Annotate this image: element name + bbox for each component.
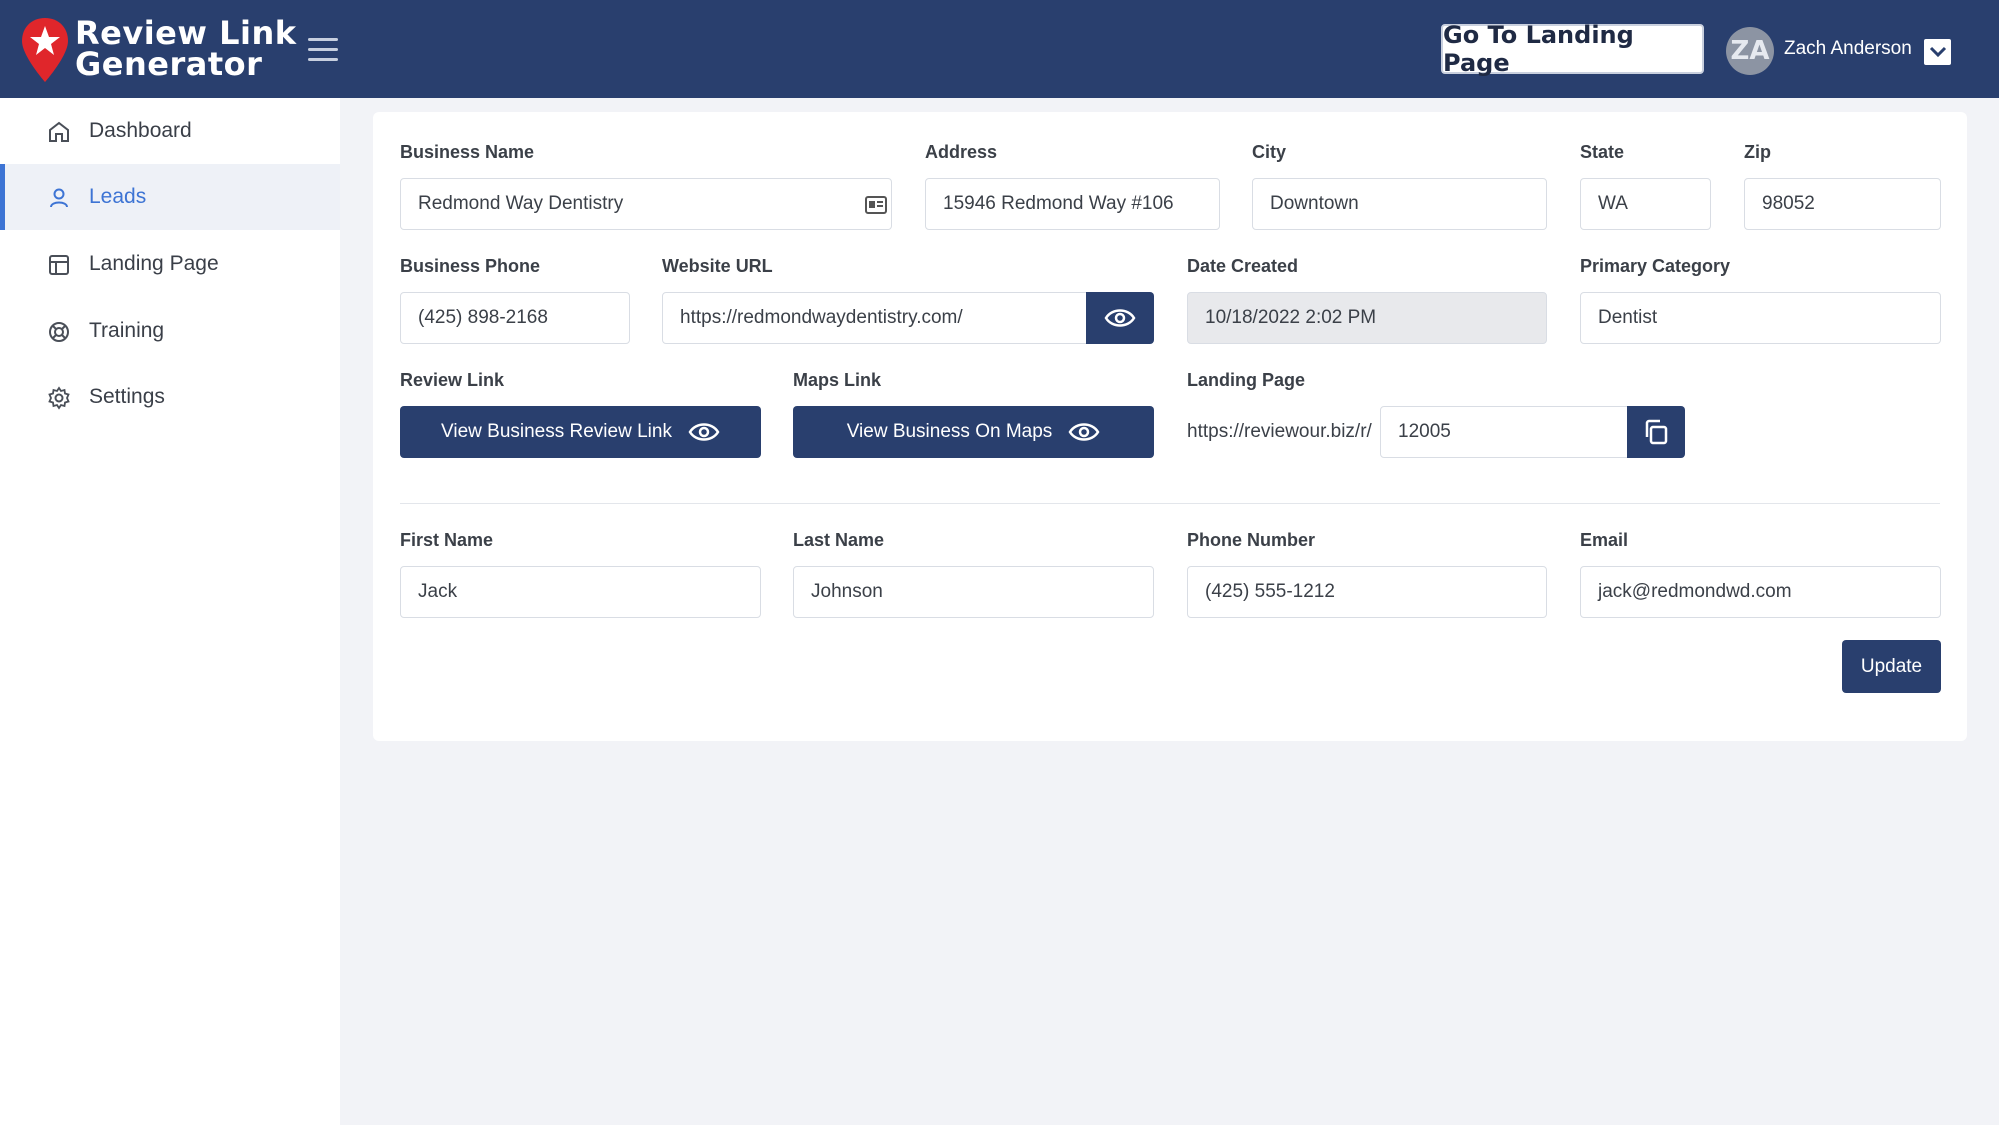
user-name[interactable]: Zach Anderson — [1784, 38, 1912, 60]
city-value: Downtown — [1270, 193, 1359, 214]
copy-landing-page-link-button[interactable] — [1627, 406, 1685, 458]
website-url-input[interactable]: https://redmondwaydentistry.com/ — [662, 292, 1087, 344]
business-phone-input[interactable]: (425) 898-2168 — [400, 292, 630, 344]
first-name-value: Jack — [418, 581, 458, 602]
view-website-button[interactable] — [1086, 292, 1154, 344]
phone-number-input[interactable]: (425) 555-1212 — [1187, 566, 1547, 618]
section-divider — [400, 503, 1940, 504]
landing-page-slug-value: 12005 — [1398, 421, 1451, 442]
email-input[interactable]: jack@redmondwd.com — [1580, 566, 1941, 618]
business-name-input[interactable]: Redmond Way Dentistry — [400, 178, 892, 230]
last-name-input[interactable]: Johnson — [793, 566, 1154, 618]
date-created-value: 10/18/2022 2:02 PM — [1205, 307, 1377, 328]
business-name-value: Redmond Way Dentistry — [418, 193, 624, 214]
eye-icon — [1068, 423, 1100, 441]
sidebar-item-label: Landing Page — [89, 252, 219, 275]
go-to-landing-page-button[interactable]: Go To Landing Page — [1441, 21, 1704, 77]
lifebuoy-icon — [49, 322, 69, 342]
review-link-label: Review Link — [400, 370, 505, 390]
landing-page-slug-input[interactable]: 12005 — [1380, 406, 1628, 458]
last-name-value: Johnson — [811, 581, 883, 602]
date-created-label: Date Created — [1187, 256, 1299, 276]
address-input[interactable]: 15946 Redmond Way #106 — [925, 178, 1220, 230]
state-input[interactable]: WA — [1580, 178, 1711, 230]
address-value: 15946 Redmond Way #106 — [943, 193, 1174, 214]
update-button[interactable]: Update — [1842, 640, 1941, 693]
address-label: Address — [925, 142, 998, 162]
map-pin-star-icon — [22, 18, 68, 82]
contact-card-icon[interactable] — [865, 196, 887, 214]
top-header: Review Link Generator Go To Landing Page… — [0, 0, 1999, 98]
maps-link-label: Maps Link — [793, 370, 882, 390]
city-input[interactable]: Downtown — [1252, 178, 1547, 230]
state-value: WA — [1598, 193, 1628, 214]
sidebar-item-leads[interactable]: Leads — [0, 164, 340, 230]
app-logo[interactable]: Review Link Generator — [20, 16, 320, 86]
zip-input[interactable]: 98052 — [1744, 178, 1941, 230]
view-business-on-maps-label: View Business On Maps — [846, 421, 1053, 442]
sidebar-item-dashboard[interactable]: Dashboard — [0, 98, 340, 164]
phone-number-label: Phone Number — [1187, 530, 1316, 550]
state-label: State — [1580, 142, 1625, 162]
first-name-input[interactable]: Jack — [400, 566, 761, 618]
view-business-review-link-label: View Business Review Link — [441, 421, 672, 442]
sidebar-item-label: Dashboard — [89, 119, 192, 142]
primary-category-value: Dentist — [1598, 307, 1658, 328]
business-phone-label: Business Phone — [400, 256, 541, 276]
eye-icon — [1104, 309, 1136, 327]
layout-icon — [49, 255, 69, 275]
first-name-label: First Name — [400, 530, 494, 550]
user-icon — [50, 188, 68, 208]
copy-icon — [1645, 419, 1668, 445]
gear-icon — [48, 386, 70, 410]
sidebar-item-label: Leads — [89, 185, 147, 208]
avatar[interactable]: ZA — [1726, 27, 1774, 75]
website-url-value: https://redmondwaydentistry.com/ — [680, 307, 963, 328]
user-menu-chevron-down-icon[interactable] — [1924, 39, 1951, 65]
sidebar-item-label: Settings — [89, 385, 165, 408]
primary-category-label: Primary Category — [1580, 256, 1731, 276]
business-phone-value: (425) 898-2168 — [418, 307, 548, 328]
email-value: jack@redmondwd.com — [1598, 581, 1792, 602]
website-url-label: Website URL — [662, 256, 773, 276]
sidebar-item-landing-page[interactable]: Landing Page — [0, 231, 340, 297]
zip-value: 98052 — [1762, 193, 1815, 214]
email-label: Email — [1580, 530, 1629, 550]
last-name-label: Last Name — [793, 530, 885, 550]
primary-category-input[interactable]: Dentist — [1580, 292, 1941, 344]
sidebar: Dashboard Leads Landing Page Training Se… — [0, 98, 340, 1125]
menu-toggle-icon[interactable] — [308, 38, 338, 62]
zip-label: Zip — [1744, 142, 1771, 162]
sidebar-item-settings[interactable]: Settings — [0, 364, 340, 430]
city-label: City — [1252, 142, 1287, 162]
landing-page-label: Landing Page — [1187, 370, 1306, 390]
eye-icon — [688, 423, 720, 441]
landing-page-url-prefix: https://reviewour.biz/r/ — [1187, 421, 1372, 442]
sidebar-item-training[interactable]: Training — [0, 298, 340, 364]
phone-number-value: (425) 555-1212 — [1205, 581, 1335, 602]
logo-text: Review Link Generator — [75, 17, 297, 83]
date-created-input: 10/18/2022 2:02 PM — [1187, 292, 1547, 344]
logo-line-2: Generator — [75, 45, 263, 83]
view-business-review-link-button[interactable]: View Business Review Link — [400, 406, 761, 458]
home-icon — [49, 121, 69, 142]
sidebar-item-label: Training — [89, 319, 165, 342]
business-name-label: Business Name — [400, 142, 535, 162]
view-business-on-maps-button[interactable]: View Business On Maps — [793, 406, 1154, 458]
